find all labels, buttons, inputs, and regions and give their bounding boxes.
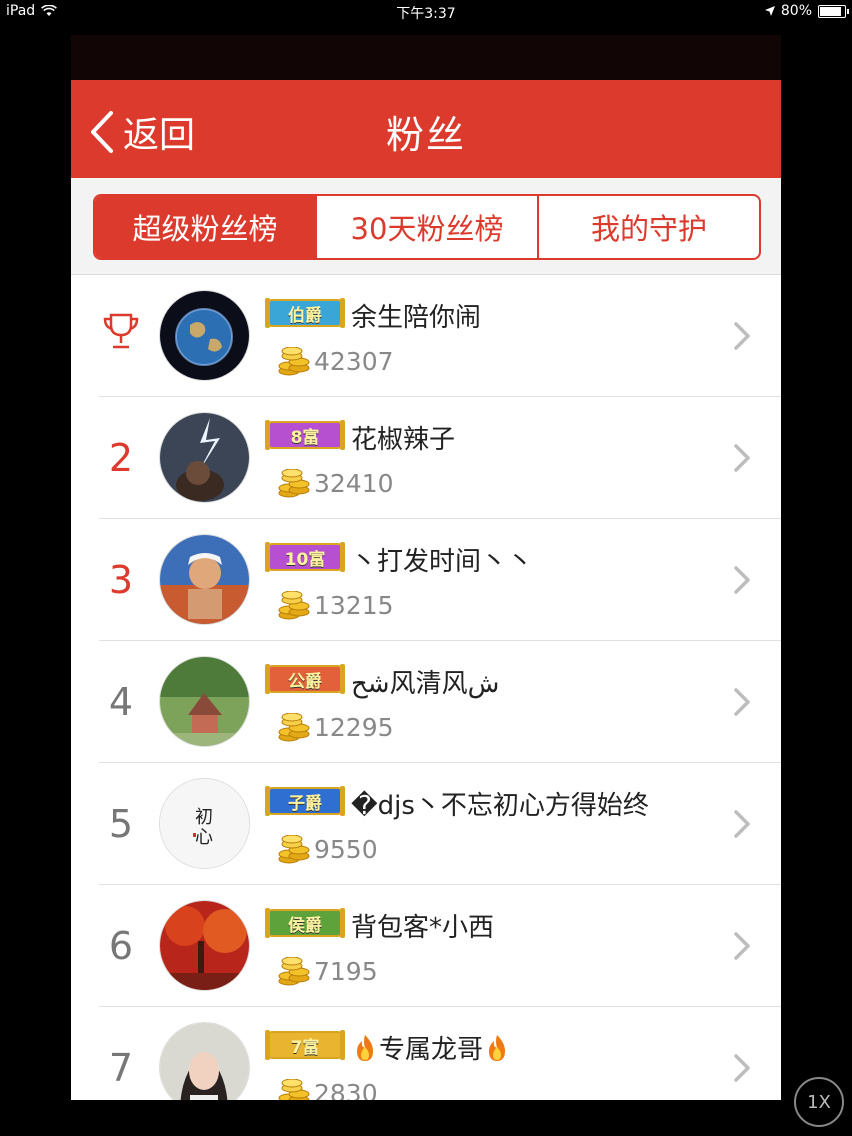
- coins-icon: [277, 590, 311, 621]
- chevron-right-icon[interactable]: [733, 443, 751, 477]
- clock: 下午3:37: [396, 6, 456, 22]
- avatar[interactable]: 初心: [159, 778, 250, 869]
- tab-30-day-fans[interactable]: 30天粉丝榜: [315, 196, 537, 258]
- fan-row[interactable]: 2 8富 花椒辣子 32410: [99, 397, 781, 519]
- fan-list: 伯爵 余生陪你闹 42307 2 8富 花椒辣子 32410 3 10富 丶打发时间丶丶 13215…: [71, 275, 781, 1100]
- fan-row[interactable]: 3 10富 丶打发时间丶丶 13215: [99, 519, 781, 641]
- tab-bar: 超级粉丝榜 30天粉丝榜 我的守护: [71, 178, 781, 275]
- coins-icon: [277, 956, 311, 987]
- level-badge: 7富: [265, 1030, 345, 1060]
- coin-score: 42307: [314, 347, 394, 376]
- coins-icon: [277, 712, 311, 743]
- chevron-right-icon[interactable]: [733, 931, 751, 965]
- level-badge: 伯爵: [265, 298, 345, 328]
- avatar[interactable]: [159, 412, 250, 503]
- tab-my-guardians[interactable]: 我的守护: [537, 196, 759, 258]
- coins-icon: [277, 468, 311, 499]
- avatar[interactable]: [159, 656, 250, 747]
- battery-icon: [818, 4, 849, 18]
- chevron-right-icon[interactable]: [733, 565, 751, 599]
- coins-icon: [277, 834, 311, 865]
- battery-percent: 80%: [780, 3, 812, 19]
- fan-row[interactable]: 6 侯爵 背包客*小西 7195: [99, 885, 781, 1007]
- fan-name: 背包客*小西: [351, 907, 494, 944]
- rank-label: 7: [108, 1045, 134, 1090]
- coin-score: 2830: [314, 1079, 378, 1100]
- fan-name-text: 丶打发时间丶丶: [351, 547, 534, 577]
- trophy-icon: [101, 311, 141, 360]
- nav-bar: 返回 粉丝: [71, 80, 781, 178]
- page-title: 粉丝: [385, 113, 466, 157]
- level-badge: 8富: [265, 420, 345, 450]
- level-badge: 侯爵: [265, 908, 345, 938]
- app-window: 返回 粉丝 超级粉丝榜 30天粉丝榜 我的守护 伯爵 余生陪你闹 42307 2 8富花…: [71, 35, 781, 1100]
- avatar[interactable]: [159, 1022, 250, 1100]
- coin-score: 13215: [314, 591, 394, 620]
- level-badge: 公爵: [265, 664, 345, 694]
- coin-score: 32410: [314, 469, 394, 498]
- status-bar: iPad 下午3:37 80%: [0, 0, 852, 24]
- segmented-control: 超级粉丝榜 30天粉丝榜 我的守护: [93, 194, 761, 260]
- chevron-right-icon[interactable]: [733, 809, 751, 843]
- chevron-right-icon[interactable]: [733, 687, 751, 721]
- fan-name-text: 花椒辣子: [351, 425, 456, 455]
- fan-name-text: 背包客*小西: [351, 913, 495, 943]
- avatar[interactable]: [159, 534, 250, 625]
- fan-name: شح风清风ش: [351, 663, 499, 700]
- svg-text:心: 心: [195, 827, 213, 848]
- coin-score: 9550: [314, 835, 378, 864]
- coins-icon: [277, 1078, 311, 1100]
- fan-row[interactable]: 伯爵 余生陪你闹 42307: [99, 275, 781, 397]
- chevron-right-icon[interactable]: [733, 1053, 751, 1087]
- fan-row[interactable]: 4 公爵 شح风清风ش 12295: [99, 641, 781, 763]
- fan-row[interactable]: 7 7富 专属龙哥 2830: [99, 1007, 781, 1100]
- fan-name-text: شح风清风ش: [351, 669, 500, 699]
- avatar[interactable]: [159, 900, 250, 991]
- fan-name: 专属龙哥: [351, 1029, 511, 1066]
- location-arrow-icon: [764, 6, 775, 16]
- fan-name-text: 专属龙哥: [379, 1035, 484, 1065]
- rank-label: 5: [108, 801, 134, 846]
- fan-name: 花椒辣子: [351, 419, 455, 456]
- fan-name-text: 余生陪你闹: [351, 303, 482, 333]
- flame-icon: [483, 1035, 511, 1065]
- zoom-button[interactable]: 1X: [794, 1077, 844, 1127]
- rank-label: 2: [108, 435, 134, 480]
- coins-icon: [277, 346, 311, 377]
- fan-name: �djs丶不忘初心方得始终: [351, 785, 649, 822]
- level-badge: 10富: [265, 542, 345, 572]
- coin-score: 12295: [314, 713, 394, 742]
- avatar[interactable]: [159, 290, 250, 381]
- fan-name: 丶打发时间丶丶: [351, 541, 533, 578]
- rank-label: 6: [108, 923, 134, 968]
- coin-score: 7195: [314, 957, 378, 986]
- level-badge: 子爵: [265, 786, 345, 816]
- flame-icon: [351, 1035, 379, 1065]
- fan-name-text: �djs丶不忘初心方得始终: [351, 791, 649, 821]
- fan-name: 余生陪你闹: [351, 297, 481, 334]
- tab-super-fans[interactable]: 超级粉丝榜: [95, 196, 315, 258]
- app-top-strip: [71, 35, 781, 80]
- chevron-right-icon[interactable]: [733, 321, 751, 355]
- rank-label: 3: [108, 557, 134, 602]
- fan-row[interactable]: 5 初心子爵 �djs丶不忘初心方得始终 9550: [99, 763, 781, 885]
- svg-text:初: 初: [195, 807, 213, 828]
- rank-label: 4: [108, 679, 134, 724]
- rank-label: [97, 275, 145, 396]
